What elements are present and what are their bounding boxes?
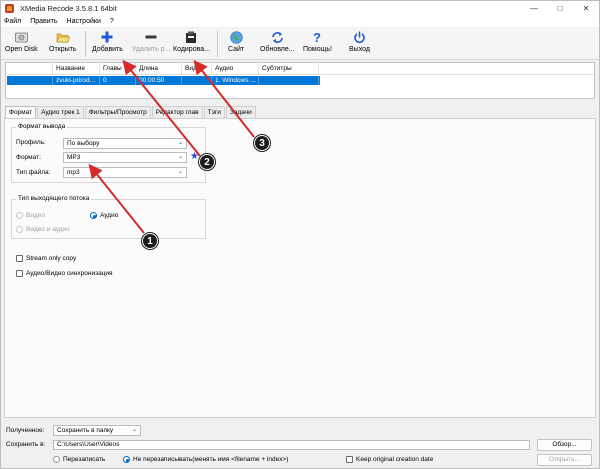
refresh-icon	[270, 30, 284, 44]
filetype-label: Тип файла:	[16, 169, 51, 176]
tab-tasks[interactable]: Задачи	[225, 106, 256, 118]
encode-icon	[184, 30, 198, 44]
row-cell-subtitles	[259, 76, 319, 85]
maximize-button[interactable]: □	[547, 1, 573, 15]
saveto-label: Сохранить в:	[6, 441, 46, 448]
profile-select[interactable]: По выбору ⌄	[63, 138, 187, 149]
open-disk-button[interactable]: Open Disk	[5, 29, 38, 59]
radio-overwrite[interactable]: Перезаписать	[53, 456, 105, 463]
row-cell	[7, 76, 53, 85]
encode-button[interactable]: Кодирова...	[173, 29, 210, 59]
received-select[interactable]: Сохранить в папку ⌄	[53, 425, 141, 436]
format-label: Формат:	[16, 154, 41, 161]
row-cell-name: zvuki-prirod...	[53, 76, 100, 85]
received-label: Полученное:	[6, 427, 45, 434]
column-header-audio[interactable]: Аудио	[212, 63, 259, 74]
open-folder-button[interactable]: Открыть...	[537, 454, 592, 466]
annotation-badge-2: 2	[199, 154, 215, 170]
row-cell-video	[182, 76, 212, 85]
toolbar-separator	[217, 31, 218, 57]
plus-icon	[100, 30, 114, 44]
add-button[interactable]: Добавить	[92, 29, 123, 59]
tab-audio-track[interactable]: Аудио трек 1	[37, 106, 84, 118]
column-header-subtitles[interactable]: Субтитры	[259, 63, 319, 74]
svg-text:?: ?	[314, 31, 322, 44]
column-header-name[interactable]: Название	[53, 63, 100, 74]
column-header-video[interactable]: Видео	[182, 63, 212, 74]
file-list: Название Главы Длина Видео Аудио Субтитр…	[5, 62, 595, 99]
tab-tags[interactable]: Тэги	[203, 106, 225, 118]
group-title: Формат вывода	[16, 123, 68, 130]
app-logo-icon	[5, 3, 14, 13]
group-title: Тип выходящего потока	[16, 195, 92, 202]
file-list-header: Название Главы Длина Видео Аудио Субтитр…	[6, 63, 594, 75]
title-bar: XMedia Recode 3.5.8.1 64bit — □ ✕	[1, 1, 599, 15]
table-row[interactable]: zvuki-prirod... 0 00:00:50 1. Windows ..…	[7, 76, 320, 85]
globe-icon	[229, 30, 243, 44]
help-button[interactable]: ? Помощь!	[303, 29, 332, 59]
format-panel: Формат вывода Профиль: По выбору ⌄ Формат…	[4, 118, 596, 418]
chevron-down-icon: ⌄	[177, 154, 183, 160]
menu-help[interactable]: ?	[110, 18, 114, 25]
menu-settings[interactable]: Настройки	[67, 18, 101, 25]
tab-bar: Формат Аудио трек 1 Фильтры/Просмотр Ред…	[5, 106, 257, 119]
menu-edit[interactable]: Править	[30, 18, 57, 25]
av-sync-checkbox[interactable]: Аудио/Видео синхронизация	[16, 270, 113, 277]
format-select[interactable]: MP3 ⌄	[63, 152, 187, 163]
filetype-select[interactable]: mp3 ⌄	[63, 167, 187, 178]
radio-audio[interactable]: Аудио	[90, 212, 118, 219]
column-header-length[interactable]: Длина	[136, 63, 182, 74]
toolbar-separator	[85, 31, 86, 57]
power-icon	[352, 30, 366, 44]
stream-only-copy-checkbox[interactable]: Stream only copy	[16, 255, 76, 262]
chevron-down-icon: ⌄	[177, 140, 183, 146]
minimize-button[interactable]: —	[521, 1, 547, 15]
app-window: XMedia Recode 3.5.8.1 64bit — □ ✕ Файл П…	[0, 0, 600, 469]
row-cell-chapters: 0	[100, 76, 136, 85]
disc-icon	[14, 30, 28, 44]
menu-file[interactable]: Файл	[4, 18, 21, 25]
website-button[interactable]: Сайт	[228, 29, 244, 59]
radio-video[interactable]: Видео	[16, 212, 45, 219]
profile-label: Профиль:	[16, 139, 46, 146]
close-button[interactable]: ✕	[573, 1, 599, 15]
tab-chapter-editor[interactable]: Редактор глав	[151, 106, 203, 118]
menu-bar: Файл Править Настройки ?	[1, 15, 599, 27]
update-button[interactable]: Обновле...	[260, 29, 295, 59]
annotation-badge-3: 3	[254, 135, 270, 151]
row-cell-length: 00:00:50	[136, 76, 182, 85]
open-button[interactable]: Открыть	[49, 29, 77, 59]
chevron-down-icon: ⌄	[177, 169, 183, 175]
browse-button[interactable]: Обзор...	[537, 439, 592, 451]
radio-no-overwrite[interactable]: Не перезаписывать(менять имя <filename +…	[123, 456, 288, 463]
remove-button[interactable]: Удалить р...	[132, 29, 170, 59]
row-cell-audio: 1. Windows ...	[212, 76, 259, 85]
window-title: XMedia Recode 3.5.8.1 64bit	[20, 3, 117, 13]
stream-type-group: Тип выходящего потока	[11, 195, 206, 239]
folder-open-icon	[56, 30, 70, 44]
toolbar: Open Disk Открыть Добавить Удалить р...	[1, 28, 599, 60]
minus-icon	[144, 30, 158, 44]
radio-video-audio[interactable]: Видео и аудио	[16, 226, 70, 233]
column-header-chapters[interactable]: Главы	[100, 63, 136, 74]
exit-button[interactable]: Выход	[349, 29, 370, 59]
chevron-down-icon: ⌄	[131, 427, 137, 433]
keep-date-checkbox[interactable]: Keep original creation date	[346, 456, 433, 463]
question-icon: ?	[310, 30, 324, 44]
annotation-badge-1: 1	[142, 233, 158, 249]
favorite-star-icon[interactable]: ★	[190, 152, 199, 162]
tab-filters[interactable]: Фильтры/Просмотр	[84, 106, 151, 118]
column-header[interactable]	[6, 63, 53, 74]
saveto-path-input[interactable]: C:\Users\User\Videos	[53, 440, 530, 450]
